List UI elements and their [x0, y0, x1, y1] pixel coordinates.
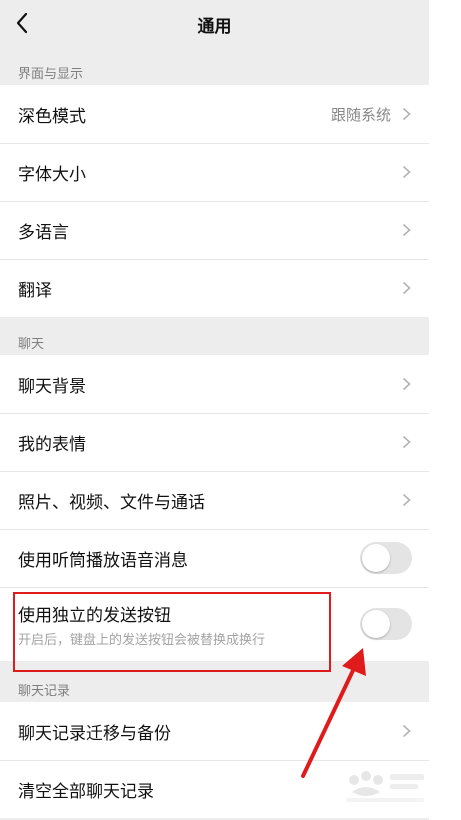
row-label: 照片、视频、文件与通话	[18, 493, 205, 513]
row-label: 字体大小	[18, 165, 86, 185]
watermark-logo	[346, 771, 424, 802]
chevron-right-icon	[402, 281, 411, 295]
dark-mode-row[interactable]: 深色模式 跟随系统	[0, 85, 429, 143]
row-label: 聊天记录迁移与备份	[18, 724, 171, 744]
chevron-right-icon	[402, 377, 411, 391]
migrate-backup-row[interactable]: 聊天记录迁移与备份	[0, 702, 429, 760]
nav-bar: 通用	[0, 0, 429, 48]
row-label: 我的表情	[18, 435, 86, 455]
language-row[interactable]: 多语言	[0, 201, 429, 259]
media-files-calls-row[interactable]: 照片、视频、文件与通话	[0, 471, 429, 529]
toggle-knob	[362, 610, 390, 638]
chevron-right-icon	[402, 435, 411, 449]
group-display: 深色模式 跟随系统 字体大小 多语言 翻译	[0, 85, 429, 317]
row-value: 跟随系统	[330, 106, 391, 124]
row-label: 多语言	[18, 223, 69, 243]
row-label: 清空全部聊天记录	[18, 782, 154, 802]
row-label: 使用听筒播放语音消息	[18, 551, 188, 571]
right-margin	[429, 0, 461, 820]
earpiece-toggle[interactable]	[360, 542, 412, 574]
translate-row[interactable]: 翻译	[0, 259, 429, 317]
toggle-knob	[362, 544, 390, 572]
section-label-chat: 聊天	[18, 337, 45, 352]
section-label-display: 界面与显示	[18, 67, 84, 82]
section-label-history: 聊天记录	[18, 684, 71, 699]
earpiece-playback-row: 使用听筒播放语音消息	[0, 529, 429, 587]
chevron-right-icon	[402, 107, 411, 121]
send-button-toggle[interactable]	[360, 608, 412, 640]
settings-screen: 通用 界面与显示 深色模式 跟随系统 字体大小 多语言 翻译 聊天 聊天背景 我…	[0, 0, 429, 820]
chevron-right-icon	[402, 223, 411, 237]
chevron-right-icon	[402, 724, 411, 738]
row-label: 翻译	[18, 281, 52, 301]
chevron-right-icon	[402, 165, 411, 179]
font-size-row[interactable]: 字体大小	[0, 143, 429, 201]
my-stickers-row[interactable]: 我的表情	[0, 413, 429, 471]
page-title: 通用	[197, 17, 232, 37]
chevron-right-icon	[402, 493, 411, 507]
highlight-box	[13, 592, 331, 672]
row-label: 聊天背景	[18, 377, 86, 397]
row-label: 深色模式	[18, 107, 86, 127]
chat-background-row[interactable]: 聊天背景	[0, 355, 429, 413]
